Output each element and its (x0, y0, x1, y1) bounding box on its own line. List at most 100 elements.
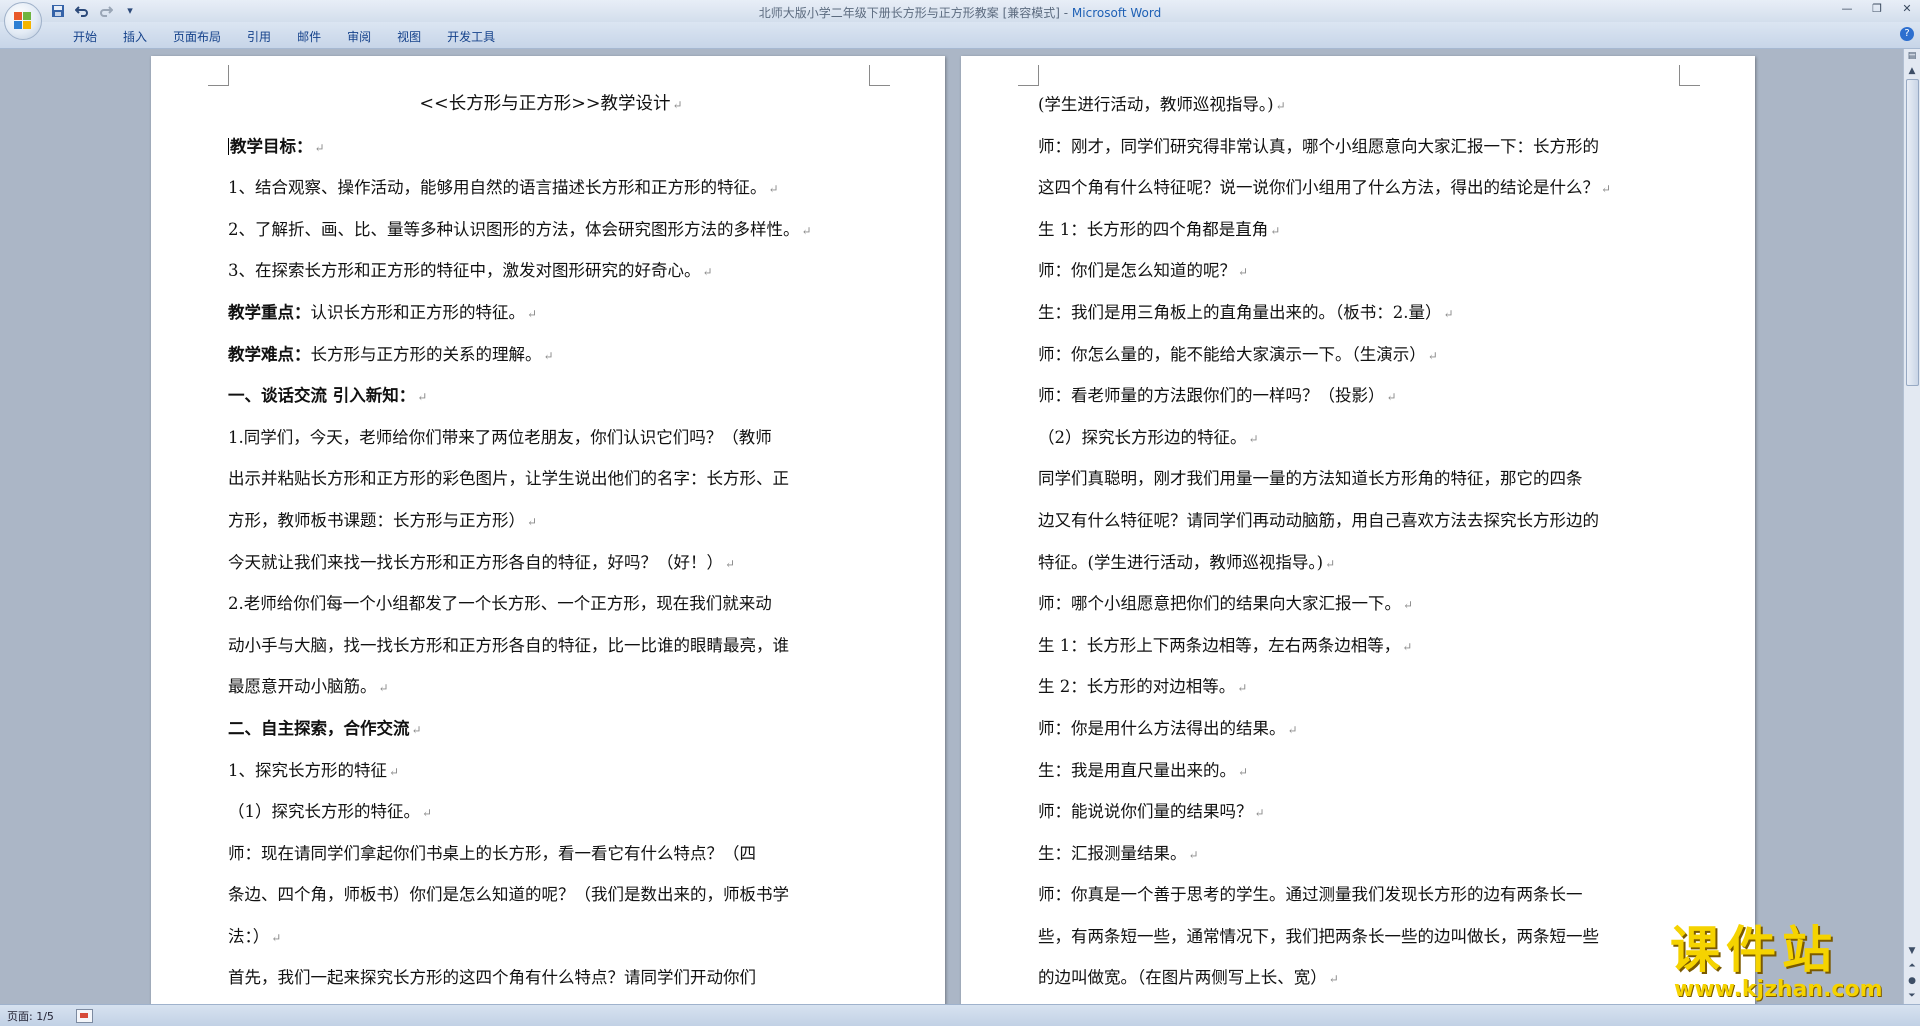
ribbon-tab[interactable]: 审阅 (334, 28, 384, 45)
paragraph-text: 这四个角有什么特征呢？说一说你们小组用了什么方法，得出的结论是什么？ (1038, 178, 1599, 198)
paragraph-line[interactable]: 教学目标： ↵ (228, 126, 874, 168)
paragraph-line[interactable]: 最愿意开动小脑筋。 ↵ (228, 666, 874, 708)
paragraph-line[interactable]: 一、谈话交流 引入新知： ↵ (228, 375, 874, 417)
paragraph-line[interactable]: 师：看老师量的方法跟你们的一样吗？（投影） ↵ (1038, 375, 1684, 417)
paragraph-mark-icon: ↵ (1188, 847, 1199, 862)
page-text-right[interactable]: (学生进行活动，教师巡视指导。) ↵ 师：刚才，同学们研究得非常认真，哪个小组愿意向… (1038, 84, 1684, 999)
paragraph-mark-icon: ↵ (378, 681, 389, 696)
paragraph-line[interactable]: 教学重点：认识长方形和正方形的特征。 ↵ (228, 292, 874, 334)
paragraph-line[interactable]: 这四个角有什么特征呢？说一说你们小组用了什么方法，得出的结论是什么？ ↵ (1038, 167, 1684, 209)
ribbon-tab[interactable]: 邮件 (284, 28, 334, 45)
paragraph-line[interactable]: 1.同学们，今天，老师给你们带来了两位老朋友，你们认识它们吗？（教师 (228, 417, 874, 459)
paragraph-line[interactable]: 师：你真是一个善于思考的学生。通过测量我们发现长方形的边有两条长一 (1038, 874, 1684, 916)
paragraph-text: （1）探究长方形的特征。 (228, 802, 420, 822)
paragraph-line[interactable]: 生 2：长方形的对边相等。 ↵ (1038, 666, 1684, 708)
paragraph-text: 出示并粘贴长方形和正方形的彩色图片，让学生说出他们的名字：长方形、正 (228, 469, 789, 489)
paragraph-line[interactable]: 二、自主探索，合作交流 ↵ (228, 708, 874, 750)
paragraph-line[interactable]: 教学难点：长方形与正方形的关系的理解。 ↵ (228, 334, 874, 376)
paragraph-line[interactable]: 生：我们是用三角板上的直角量出来的。（板书：2.量） ↵ (1038, 292, 1684, 334)
paragraph-line[interactable]: 2.老师给你们每一个小组都发了一个长方形、一个正方形，现在我们就来动 (228, 583, 874, 625)
paragraph-line[interactable]: 的边叫做宽。（在图片两侧写上长、宽） ↵ (1038, 957, 1684, 999)
paragraph-line[interactable]: 今天就让我们来找一找长方形和正方形各自的特征，好吗？（好！） ↵ (228, 542, 874, 584)
restore-icon[interactable]: ❐ (1870, 2, 1884, 15)
paragraph-line[interactable]: 师：哪个小组愿意把你们的结果向大家汇报一下。 ↵ (1038, 583, 1684, 625)
ribbon-tab[interactable]: 插入 (110, 28, 160, 45)
ribbon-tab[interactable]: 开发工具 (434, 28, 508, 45)
proofing-status-icon[interactable] (76, 1009, 93, 1023)
paragraph-text: 的边叫做宽。（在图片两侧写上长、宽） (1038, 968, 1327, 988)
paragraph-text: 动小手与大脑，找一找长方形和正方形各自的特征，比一比谁的眼睛最亮，谁 (228, 635, 789, 655)
page-counter[interactable]: 页面: 1/5 (7, 1008, 54, 1024)
paragraph-mark-icon: ↵ (1248, 431, 1259, 446)
office-logo-icon (14, 12, 32, 30)
office-button[interactable] (4, 2, 42, 40)
paragraph-text: 1、探究长方形的特征 (228, 760, 387, 780)
paragraph-line[interactable]: 方形，教师板书课题：长方形与正方形） ↵ (228, 500, 874, 542)
minimize-icon[interactable]: — (1840, 2, 1854, 15)
paragraph-line[interactable]: 条边、四个角，师板书）你们是怎么知道的呢？（我们是数出来的，师板书学 (228, 874, 874, 916)
paragraph-line[interactable]: 1、探究长方形的特征 ↵ (228, 750, 874, 792)
paragraph-line[interactable]: 特征。(学生进行活动，教师巡视指导。) ↵ (1038, 542, 1684, 584)
app-name: Microsoft Word (1071, 6, 1162, 20)
page-right[interactable]: (学生进行活动，教师巡视指导。) ↵ 师：刚才，同学们研究得非常认真，哪个小组愿意向… (961, 56, 1755, 1004)
ruler-toggle-icon[interactable]: ▤ (1905, 49, 1919, 64)
paragraph-mark-icon: ↵ (1402, 639, 1413, 654)
close-icon[interactable]: ✕ (1900, 2, 1914, 15)
paragraph-mark-icon: ↵ (271, 930, 282, 945)
ribbon-tab[interactable]: 引用 (234, 28, 284, 45)
paragraph-line[interactable]: 师：能说说你们量的结果吗？ ↵ (1038, 791, 1684, 833)
paragraph-mark-icon: ↵ (801, 223, 812, 238)
paragraph-line[interactable]: （1）探究长方形的特征。 ↵ (228, 791, 874, 833)
margin-corner-mark (869, 65, 890, 86)
paragraph-line[interactable]: 首先，我们一起来探究长方形的这四个角有什么特点？请同学们开动你们 (228, 957, 874, 999)
paragraph-line[interactable]: 师：现在请同学们拿起你们书桌上的长方形，看一看它有什么特点？（四 (228, 833, 874, 875)
paragraph-line[interactable]: 法：） ↵ (228, 916, 874, 958)
ribbon-tab[interactable]: 视图 (384, 28, 434, 45)
paragraph-line[interactable]: (学生进行活动，教师巡视指导。) ↵ (1038, 84, 1684, 126)
paragraph-mark-icon: ↵ (543, 348, 554, 363)
paragraph-line[interactable]: 师：你怎么量的，能不能给大家演示一下。（生演示） ↵ (1038, 334, 1684, 376)
paragraph-line[interactable]: 师：你是用什么方法得出的结果。 ↵ (1038, 708, 1684, 750)
paragraph-line[interactable]: 边又有什么特征呢？请同学们再动动脑筋，用自己喜欢方法去探究长方形边的 (1038, 500, 1684, 542)
scroll-up-icon[interactable]: ▲ (1905, 64, 1919, 79)
paragraph-line[interactable]: 3、在探索长方形和正方形的特征中，激发对图形研究的好奇心。 ↵ (228, 250, 874, 292)
page-left[interactable]: <<长方形与正方形>>教学设计 ↵ 教学目标： ↵ 1、结合观察、操作活动，能够用自然… (151, 56, 945, 1004)
paragraph-text: 2、了解折、画、比、量等多种认识图形的方法，体会研究图形方法的多样性。 (228, 219, 800, 239)
paragraph-mark-icon: ↵ (1601, 182, 1612, 197)
paragraph-line[interactable]: 1、结合观察、操作活动，能够用自然的语言描述长方形和正方形的特征。 ↵ (228, 167, 874, 209)
ribbon-tab[interactable]: 页面布局 (160, 28, 234, 45)
paragraph-text: 长方形与正方形的关系的理解。 (310, 344, 542, 364)
ribbon-tab[interactable]: 开始 (60, 28, 110, 45)
paragraph-line[interactable]: <<长方形与正方形>>教学设计 ↵ (228, 84, 874, 126)
paragraph-text: 二、自主探索，合作交流 (228, 718, 410, 738)
paragraph-text: 师：你真是一个善于思考的学生。通过测量我们发现长方形的边有两条长一 (1038, 885, 1583, 905)
title-bar: ▾ 北师大版小学二年级下册长方形与正方形教案 [兼容模式] - Microsof… (0, 0, 1920, 40)
paragraph-line[interactable]: 动小手与大脑，找一找长方形和正方形各自的特征，比一比谁的眼睛最亮，谁 (228, 625, 874, 667)
paragraph-line[interactable]: 师：刚才，同学们研究得非常认真，哪个小组愿意向大家汇报一下：长方形的 (1038, 126, 1684, 168)
paragraph-text: 师：现在请同学们拿起你们书桌上的长方形，看一看它有什么特点？（四 (228, 843, 756, 863)
next-page-icon[interactable]: ⏷ (1905, 989, 1919, 1004)
previous-page-icon[interactable]: ⏶ (1905, 959, 1919, 974)
paragraph-line[interactable]: 同学们真聪明，刚才我们用量一量的方法知道长方形角的特征，那它的四条 (1038, 458, 1684, 500)
paragraph-line[interactable]: 出示并粘贴长方形和正方形的彩色图片，让学生说出他们的名字：长方形、正 (228, 458, 874, 500)
paragraph-mark-icon: ↵ (417, 390, 428, 405)
help-icon[interactable]: ? (1900, 27, 1914, 41)
paragraph-line[interactable]: 师：你们是怎么知道的呢？ ↵ (1038, 250, 1684, 292)
scroll-down-icon[interactable]: ▼ (1905, 944, 1919, 959)
paragraph-line[interactable]: 些，有两条短一些，通常情况下，我们把两条长一些的边叫做长，两条短一些 (1038, 916, 1684, 958)
paragraph-text: 师：看老师量的方法跟你们的一样吗？（投影） (1038, 386, 1385, 406)
page-text-left[interactable]: <<长方形与正方形>>教学设计 ↵ 教学目标： ↵ 1、结合观察、操作活动，能够用自然… (228, 84, 874, 999)
vertical-scrollbar[interactable]: ▤ ▲ ▼ ⏶ ● ⏷ (1903, 49, 1920, 1004)
paragraph-mark-icon: ↵ (1254, 806, 1265, 821)
paragraph-line[interactable]: 生：汇报测量结果。 ↵ (1038, 833, 1684, 875)
paragraph-text: 3、在探索长方形和正方形的特征中，激发对图形研究的好奇心。 (228, 261, 701, 281)
status-bar: 页面: 1/5 (0, 1004, 1920, 1026)
paragraph-text: 今天就让我们来找一找长方形和正方形各自的特征，好吗？（好！） (228, 552, 723, 572)
paragraph-line[interactable]: 生 1：长方形上下两条边相等，左右两条边相等， ↵ (1038, 625, 1684, 667)
paragraph-line[interactable]: 2、了解折、画、比、量等多种认识图形的方法，体会研究图形方法的多样性。 ↵ (228, 209, 874, 251)
browse-object-icon[interactable]: ● (1905, 974, 1919, 989)
paragraph-line[interactable]: 生 1：长方形的四个角都是直角 ↵ (1038, 209, 1684, 251)
scroll-thumb[interactable] (1906, 79, 1919, 386)
paragraph-line[interactable]: 生：我是用直尺量出来的。 ↵ (1038, 750, 1684, 792)
paragraph-line[interactable]: （2）探究长方形边的特征。 ↵ (1038, 417, 1684, 459)
